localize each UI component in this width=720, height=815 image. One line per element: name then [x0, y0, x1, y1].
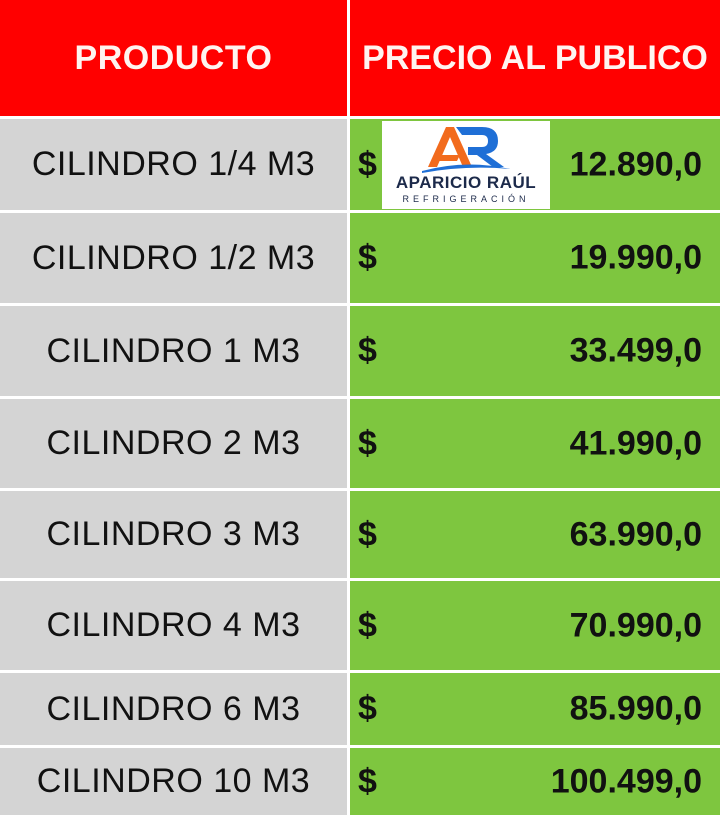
currency-symbol: $ [358, 238, 377, 277]
table-row: CILINDRO 4 M3 $ 70.990,0 [0, 581, 720, 670]
logo-subtitle: REFRIGERACIÓN [402, 194, 530, 204]
table-row: CILINDRO 3 M3 $ 63.990,0 [0, 491, 720, 578]
price-cell: $ 100.499,0 [350, 748, 720, 815]
table-header: PRODUCTO PRECIO AL PUBLICO [0, 0, 720, 116]
currency-symbol: $ [358, 606, 377, 644]
currency-symbol: $ [358, 515, 377, 553]
price-value: 33.499,0 [569, 331, 702, 370]
price-cell: $ 85.990,0 [350, 673, 720, 745]
price-value: 100.499,0 [550, 762, 702, 800]
price-cell: $ 33.499,0 [350, 306, 720, 396]
table-row: CILINDRO 2 M3 $ 41.990,0 [0, 399, 720, 488]
price-cell: $ 63.990,0 [350, 491, 720, 578]
table-row: CILINDRO 1/2 M3 $ 19.990,0 [0, 213, 720, 303]
price-value: 85.990,0 [569, 689, 702, 728]
price-cell: $ 70.990,0 [350, 581, 720, 670]
price-value: 12.890,0 [569, 145, 702, 183]
product-cell: CILINDRO 3 M3 [0, 491, 347, 578]
price-table: PRODUCTO PRECIO AL PUBLICO CILINDRO 1/4 … [0, 0, 720, 815]
product-cell: CILINDRO 2 M3 [0, 399, 347, 488]
header-price: PRECIO AL PUBLICO [350, 0, 720, 116]
logo-brand: APARICIO RAÚL [395, 173, 537, 192]
price-value: 70.990,0 [569, 606, 702, 644]
product-cell: CILINDRO 6 M3 [0, 673, 347, 745]
price-value: 41.990,0 [569, 424, 702, 462]
product-cell: CILINDRO 4 M3 [0, 581, 347, 670]
currency-symbol: $ [358, 424, 377, 462]
currency-symbol: $ [358, 689, 377, 728]
product-cell: CILINDRO 1/4 M3 [0, 119, 347, 210]
price-value: 19.990,0 [569, 238, 702, 277]
product-cell: CILINDRO 1/2 M3 [0, 213, 347, 303]
product-cell: CILINDRO 1 M3 [0, 306, 347, 396]
aparicio-raul-logo: APARICIO RAÚL REFRIGERACIÓN [382, 121, 550, 209]
table-row: CILINDRO 10 M3 $ 100.499,0 [0, 748, 720, 815]
table-row: CILINDRO 1 M3 $ 33.499,0 [0, 306, 720, 396]
product-cell: CILINDRO 10 M3 [0, 748, 347, 815]
table-row: CILINDRO 6 M3 $ 85.990,0 [0, 673, 720, 745]
price-value: 63.990,0 [569, 515, 702, 553]
price-cell: $ 19.990,0 [350, 213, 720, 303]
ar-monogram-icon [422, 127, 510, 173]
table-row: CILINDRO 1/4 M3 $ 12.890,0 [0, 119, 720, 210]
currency-symbol: $ [358, 331, 377, 370]
currency-symbol: $ [358, 145, 377, 183]
price-cell: $ 41.990,0 [350, 399, 720, 488]
header-product: PRODUCTO [0, 0, 347, 116]
currency-symbol: $ [358, 762, 377, 800]
